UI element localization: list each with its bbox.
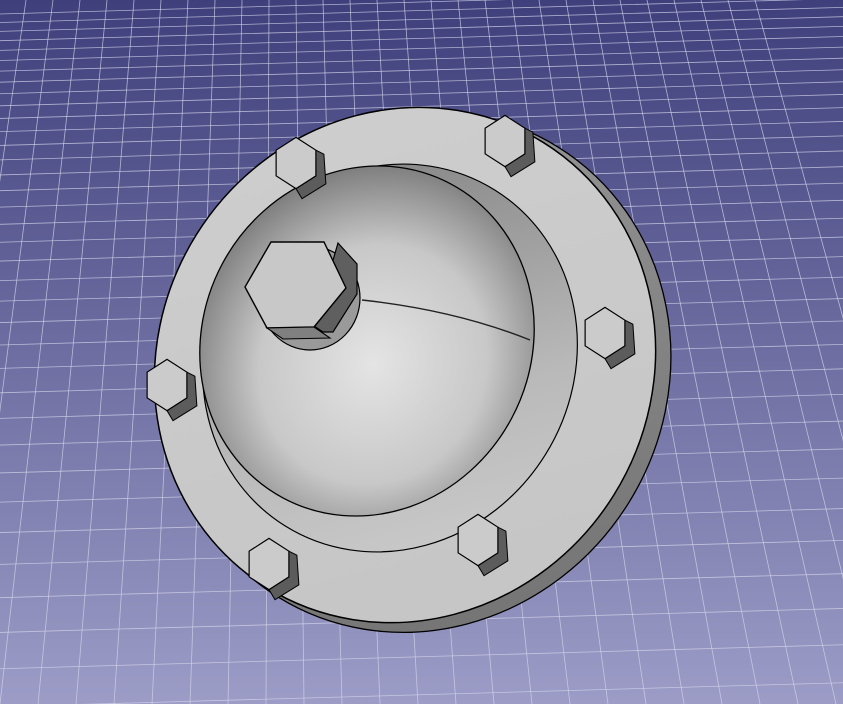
3d-scene[interactable] bbox=[0, 0, 843, 704]
3d-viewport[interactable] bbox=[0, 0, 843, 704]
